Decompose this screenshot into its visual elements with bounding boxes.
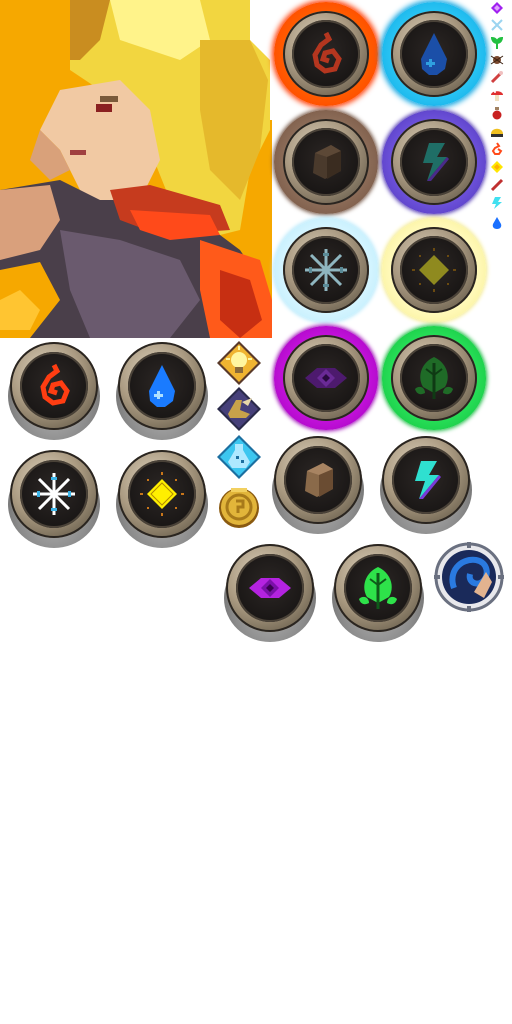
snowflake-icon (33, 473, 75, 515)
sprite-sheet (0, 0, 512, 1024)
light-orb[interactable] (116, 450, 208, 548)
water-drop-icon (490, 216, 504, 230)
fire-swirl-icon (312, 31, 342, 74)
mushroom-icon (490, 88, 504, 102)
gold-coin-badge[interactable] (216, 482, 262, 528)
nature-orb-glow[interactable] (382, 326, 486, 430)
shadow-eye-icon (249, 578, 291, 598)
water-drop-icon (149, 365, 175, 407)
hero-portrait (0, 0, 272, 338)
potion-flask-icon (217, 435, 261, 479)
lightbulb-icon (217, 341, 261, 385)
shadow-orb-glow[interactable] (274, 326, 378, 430)
nature-orb[interactable] (332, 544, 424, 642)
fire-swirl-icon (490, 142, 504, 156)
earth-rock-icon (305, 463, 333, 497)
red-wand-icon (490, 70, 504, 84)
water-swirl-emblem-icon (434, 542, 504, 612)
lightning-bolt-icon (423, 143, 449, 181)
gold-coin-icon (219, 488, 259, 528)
red-staff-icon (490, 178, 504, 192)
light-diamond-icon (412, 248, 456, 292)
lightning-bolt-icon (415, 461, 441, 499)
fire-orb-glow[interactable] (274, 2, 378, 106)
snowflake-icon (305, 249, 347, 291)
water-orb[interactable] (116, 342, 208, 440)
fire-orb[interactable] (8, 342, 100, 440)
water-drop-icon (421, 33, 447, 75)
ice-orb[interactable] (8, 450, 100, 548)
ice-orb-glow[interactable] (274, 218, 378, 322)
water-orb-glow[interactable] (382, 2, 486, 106)
green-sprout-icon (490, 36, 504, 50)
lightning-orb[interactable] (380, 436, 472, 534)
brown-spider-icon (490, 53, 504, 67)
earth-orb-glow[interactable] (274, 110, 378, 214)
blonde-hero-portrait-image (0, 0, 272, 338)
fire-swirl-icon (40, 363, 70, 406)
shadow-eye-icon (305, 368, 347, 388)
lightning-orb-glow[interactable] (382, 110, 486, 214)
winged-boot-icon (217, 387, 261, 431)
light-diamond-icon (140, 472, 184, 516)
winged-boot-badge[interactable] (216, 386, 262, 432)
crossed-swords-icon (490, 18, 504, 32)
shadow-orb[interactable] (224, 544, 316, 642)
nature-leaf-icon (415, 357, 453, 399)
lightning-bolt-icon (490, 196, 504, 210)
earth-rock-icon (313, 145, 341, 179)
purple-gem-icon (490, 1, 504, 15)
red-potion-icon (490, 106, 504, 120)
yellow-helmet-icon (490, 124, 504, 138)
earth-orb[interactable] (272, 436, 364, 534)
light-orb-glow[interactable] (382, 218, 486, 322)
lightbulb-badge[interactable] (216, 340, 262, 386)
water-swirl-emblem[interactable] (434, 542, 504, 612)
yellow-diamond-icon (490, 160, 504, 174)
nature-leaf-icon (359, 567, 397, 609)
potion-flask-badge[interactable] (216, 434, 262, 480)
